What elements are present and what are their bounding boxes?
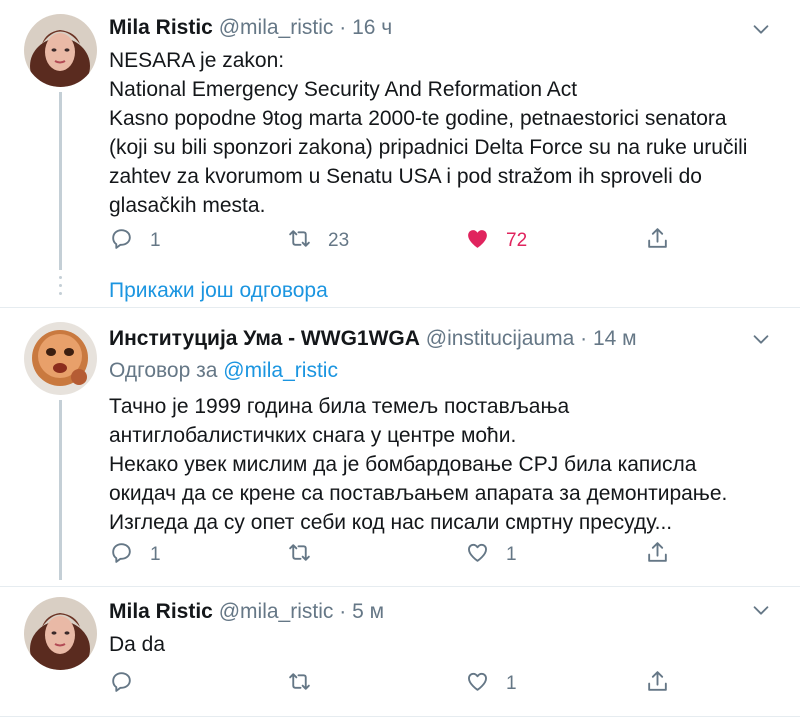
show-more-replies-link[interactable]: Прикажи још одговора	[109, 279, 328, 303]
display-name[interactable]: Mila Ristic	[109, 600, 213, 623]
like-count: 1	[506, 673, 517, 694]
separator: ·	[339, 16, 347, 39]
like-button[interactable]: 72	[465, 226, 527, 256]
timestamp[interactable]: 16 ч	[352, 16, 392, 39]
tweet-1[interactable]: Mila Ristic @mila_ristic · 16 ч NESARA j…	[0, 0, 800, 270]
text-line: Некако увек мислим да је бомбардовање СР…	[109, 453, 697, 476]
text-line: окидач да се крене са постављањем апарат…	[109, 482, 728, 505]
mention-link[interactable]: @mila_ristic	[223, 359, 338, 382]
display-name[interactable]: Mila Ristic	[109, 16, 213, 39]
share-icon	[645, 226, 670, 257]
chevron-down-icon[interactable]	[750, 599, 772, 621]
reply-icon	[109, 226, 134, 257]
retweet-button[interactable]	[287, 540, 312, 570]
reply-button[interactable]: 1	[109, 226, 161, 256]
tweet-header: Mila Ristic @mila_ristic · 16 ч	[109, 15, 392, 41]
tweet-actions: 1 23 72	[0, 226, 800, 256]
heart-icon	[465, 669, 490, 700]
timestamp[interactable]: 5 м	[352, 600, 384, 623]
display-name[interactable]: Институција Ума - WWG1WGA	[109, 327, 420, 350]
username[interactable]: @mila_ristic	[219, 16, 334, 39]
text-line: антиглобалистичких снага у центре моћи.	[109, 424, 517, 447]
tweet-text: Тачно је 1999 година била темељ поставља…	[109, 392, 727, 537]
like-count: 72	[506, 230, 528, 251]
replying-to: Одговор за @mila_ristic	[109, 358, 338, 384]
tweet-header: Институција Ума - WWG1WGA @institucijaum…	[109, 326, 637, 352]
text-line: Da da	[109, 633, 166, 656]
retweet-button[interactable]	[287, 669, 312, 699]
reply-icon	[109, 540, 134, 571]
tweet-header: Mila Ristic @mila_ristic · 5 м	[109, 599, 384, 625]
share-icon	[645, 540, 670, 571]
share-button[interactable]	[645, 669, 670, 699]
retweet-button[interactable]: 23	[287, 226, 349, 256]
heart-icon	[465, 540, 490, 571]
text-line: National Emergency Security And Reformat…	[109, 78, 578, 101]
reply-button[interactable]: 1	[109, 540, 161, 570]
separator: ·	[580, 327, 588, 350]
share-button[interactable]	[645, 226, 670, 256]
avatar[interactable]	[24, 14, 97, 87]
reply-icon	[109, 669, 134, 700]
divider	[0, 716, 800, 717]
tweet-2[interactable]: Институција Ума - WWG1WGA @institucijaum…	[0, 308, 800, 580]
share-button[interactable]	[645, 540, 670, 570]
like-button[interactable]: 1	[465, 669, 517, 699]
reply-count: 1	[150, 230, 161, 251]
tweet-text: NESARA je zakon: National Emergency Secu…	[109, 46, 747, 220]
retweet-icon	[287, 669, 312, 700]
retweet-count: 23	[328, 230, 350, 251]
text-line: (koji su bili sponzori zakona) pripadnic…	[109, 136, 748, 159]
reply-count: 1	[150, 544, 161, 565]
reply-button[interactable]	[109, 669, 134, 699]
text-line: glasačkih mesta.	[109, 194, 266, 217]
heart-icon	[465, 226, 490, 257]
chevron-down-icon[interactable]	[750, 328, 772, 350]
tweet-actions: 1 1	[0, 540, 800, 570]
timestamp[interactable]: 14 м	[593, 327, 637, 350]
tweet-3[interactable]: Mila Ristic @mila_ristic · 5 м Da da 1	[0, 587, 800, 718]
like-count: 1	[506, 544, 517, 565]
text-line: Тачно је 1999 година била темељ поставља…	[109, 395, 570, 418]
replying-to-label: Одговор за	[109, 359, 218, 382]
chevron-down-icon[interactable]	[750, 18, 772, 40]
retweet-icon	[287, 226, 312, 257]
retweet-icon	[287, 540, 312, 571]
separator: ·	[339, 600, 347, 623]
tweet-text: Da da	[109, 630, 165, 659]
text-line: Изгледа да су опет себи код нас писали с…	[109, 511, 673, 534]
text-line: NESARA je zakon:	[109, 49, 285, 72]
username[interactable]: @institucijauma	[426, 327, 575, 350]
tweet-actions: 1	[0, 669, 800, 699]
text-line: zahtev za kvorumom u Senatu USA i pod st…	[109, 165, 702, 188]
username[interactable]: @mila_ristic	[219, 600, 334, 623]
text-line: Kasno popodne 9tog marta 2000-te godine,…	[109, 107, 727, 130]
like-button[interactable]: 1	[465, 540, 517, 570]
avatar[interactable]	[24, 322, 97, 395]
share-icon	[645, 669, 670, 700]
thread-dots	[59, 276, 62, 300]
avatar[interactable]	[24, 597, 97, 670]
